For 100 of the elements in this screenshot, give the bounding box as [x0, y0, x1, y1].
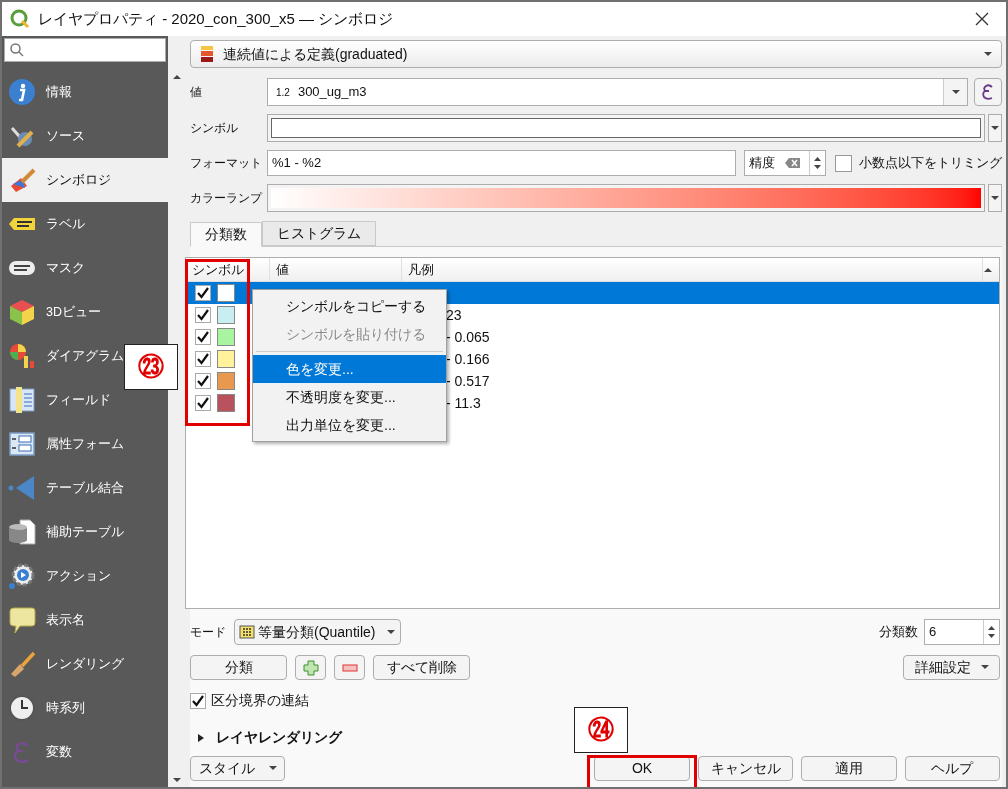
menu-item[interactable]: 出力単位を変更... [253, 411, 446, 439]
table-cell-text: - 0.166 [446, 349, 490, 369]
tab[interactable]: ヒストグラム [262, 221, 376, 246]
sidebar-item[interactable]: 3Dビュー [2, 290, 168, 334]
sidebar-item[interactable]: ソース [2, 114, 168, 158]
paintbrush-icon [8, 650, 36, 678]
sidebar-item[interactable]: 表示名 [2, 598, 168, 642]
minus-icon [341, 663, 358, 672]
check-icon [197, 397, 209, 409]
sidebar-item[interactable]: マスク [2, 246, 168, 290]
field-label: モード [190, 624, 226, 641]
layers-icon [199, 45, 215, 63]
checkbox[interactable] [195, 351, 211, 367]
form-icon [8, 430, 36, 458]
field-combo[interactable]: 1.2 300_ug_m3 [267, 78, 968, 106]
mode-dropdown[interactable]: 等量分類(Quantile) [234, 619, 402, 645]
paintbrush-icon [8, 166, 36, 194]
clock-icon [8, 694, 36, 722]
column-header[interactable]: 値 [270, 258, 402, 281]
spin-arrows-icon [987, 625, 996, 639]
section-title: レイヤレンダリング [216, 728, 342, 747]
scroll-up-icon [171, 74, 182, 80]
advanced-button[interactable]: 詳細設定 [903, 655, 1000, 680]
info-icon [8, 78, 36, 106]
checkbox[interactable] [195, 307, 211, 323]
caret-icon [268, 765, 277, 771]
sidebar-item[interactable]: ラベル [2, 202, 168, 246]
field-label: カラーランプ [190, 190, 264, 207]
check-icon [197, 287, 209, 299]
caret-icon [983, 51, 993, 57]
column-header[interactable]: シンボル [186, 258, 270, 281]
speech-bubble-icon [8, 606, 36, 634]
checkbox[interactable] [835, 154, 852, 172]
checkbox[interactable] [195, 285, 211, 301]
style-button[interactable]: スタイル [190, 755, 286, 781]
sidebar-item[interactable]: 属性フォーム [2, 422, 168, 466]
checkbox[interactable] [195, 329, 211, 345]
delete-all-button[interactable]: すべて削除 [373, 655, 470, 680]
checkbox-label: 区分境界の連結 [211, 691, 309, 710]
search-icon [9, 42, 25, 58]
gear-icon [8, 562, 36, 590]
sidebar-item[interactable]: 情報 [2, 70, 168, 114]
field-value: 300_ug_m3 [297, 83, 368, 102]
check-icon [197, 375, 209, 387]
menu-item[interactable]: 不透明度を変更... [253, 383, 446, 411]
table-cell-text: 23 [446, 305, 462, 325]
dialog-button[interactable]: 適用 [801, 755, 897, 781]
format-field[interactable]: %1 - %2 [267, 150, 737, 176]
type-tag: 1.2 [276, 84, 290, 100]
dialog-button[interactable]: キャンセル [697, 755, 794, 781]
check-icon [197, 331, 209, 343]
renderer-dropdown[interactable]: 連続値による定義(graduated) [190, 40, 1002, 68]
diagram-icon [8, 342, 36, 370]
scroll-down-icon [171, 777, 182, 783]
database-icon [8, 518, 36, 546]
caret-icon [386, 629, 397, 635]
symbol-button[interactable] [267, 114, 985, 142]
table-cell-text: - 0.065 [446, 327, 490, 347]
sidebar-item[interactable]: 補助テーブル [2, 510, 168, 554]
checkbox[interactable] [195, 395, 211, 411]
dropdown-button[interactable] [988, 184, 1002, 212]
sidebar-item[interactable]: 変数 [2, 730, 168, 774]
classes-spinbox[interactable]: 6 [924, 619, 1000, 645]
join-icon [8, 474, 36, 502]
column-header[interactable]: 凡例 [402, 258, 983, 281]
classify-button[interactable]: 分類 [190, 655, 287, 680]
color-ramp-button[interactable] [267, 184, 985, 212]
caret-icon [980, 665, 989, 670]
search-field[interactable] [4, 38, 166, 62]
spin-arrows-icon [813, 156, 823, 170]
collapsed-arrow-icon [196, 732, 206, 743]
caret-icon [990, 125, 1000, 131]
clear-icon [785, 157, 802, 169]
expression-button[interactable] [974, 78, 1002, 106]
sidebar-item[interactable]: テーブル結合 [2, 466, 168, 510]
remove-button[interactable] [334, 655, 365, 680]
field-label: シンボル [190, 120, 239, 137]
caret-icon [990, 195, 1000, 201]
checkbox[interactable] [195, 373, 211, 389]
menu-item[interactable]: シンボルをコピーする [253, 292, 446, 320]
close-icon [975, 12, 989, 26]
check-icon [197, 309, 209, 321]
app-logo-icon [10, 9, 30, 29]
sidebar-item[interactable]: レンダリング [2, 642, 168, 686]
menu-item[interactable]: 色を変更... [253, 355, 446, 383]
dialog-button[interactable]: ヘルプ [904, 755, 1000, 781]
sidebar-item[interactable]: アクション [2, 554, 168, 598]
precision-spinbox[interactable]: 精度 [744, 150, 827, 176]
field-label: 値 [190, 84, 203, 101]
field-label: 分類数 [879, 623, 918, 642]
tab[interactable]: 分類数 [190, 222, 262, 247]
check-icon [197, 353, 209, 365]
step-number-tooltip: ㉓ [124, 344, 178, 390]
sidebar-item[interactable]: 時系列 [2, 686, 168, 730]
table-icon [8, 386, 36, 414]
sidebar-item[interactable]: シンボロジ [2, 158, 168, 202]
section-header[interactable]: レイヤレンダリング [190, 727, 342, 748]
field-label: フォーマット [190, 155, 263, 172]
dropdown-button[interactable] [988, 114, 1002, 142]
checkbox[interactable] [190, 692, 206, 709]
